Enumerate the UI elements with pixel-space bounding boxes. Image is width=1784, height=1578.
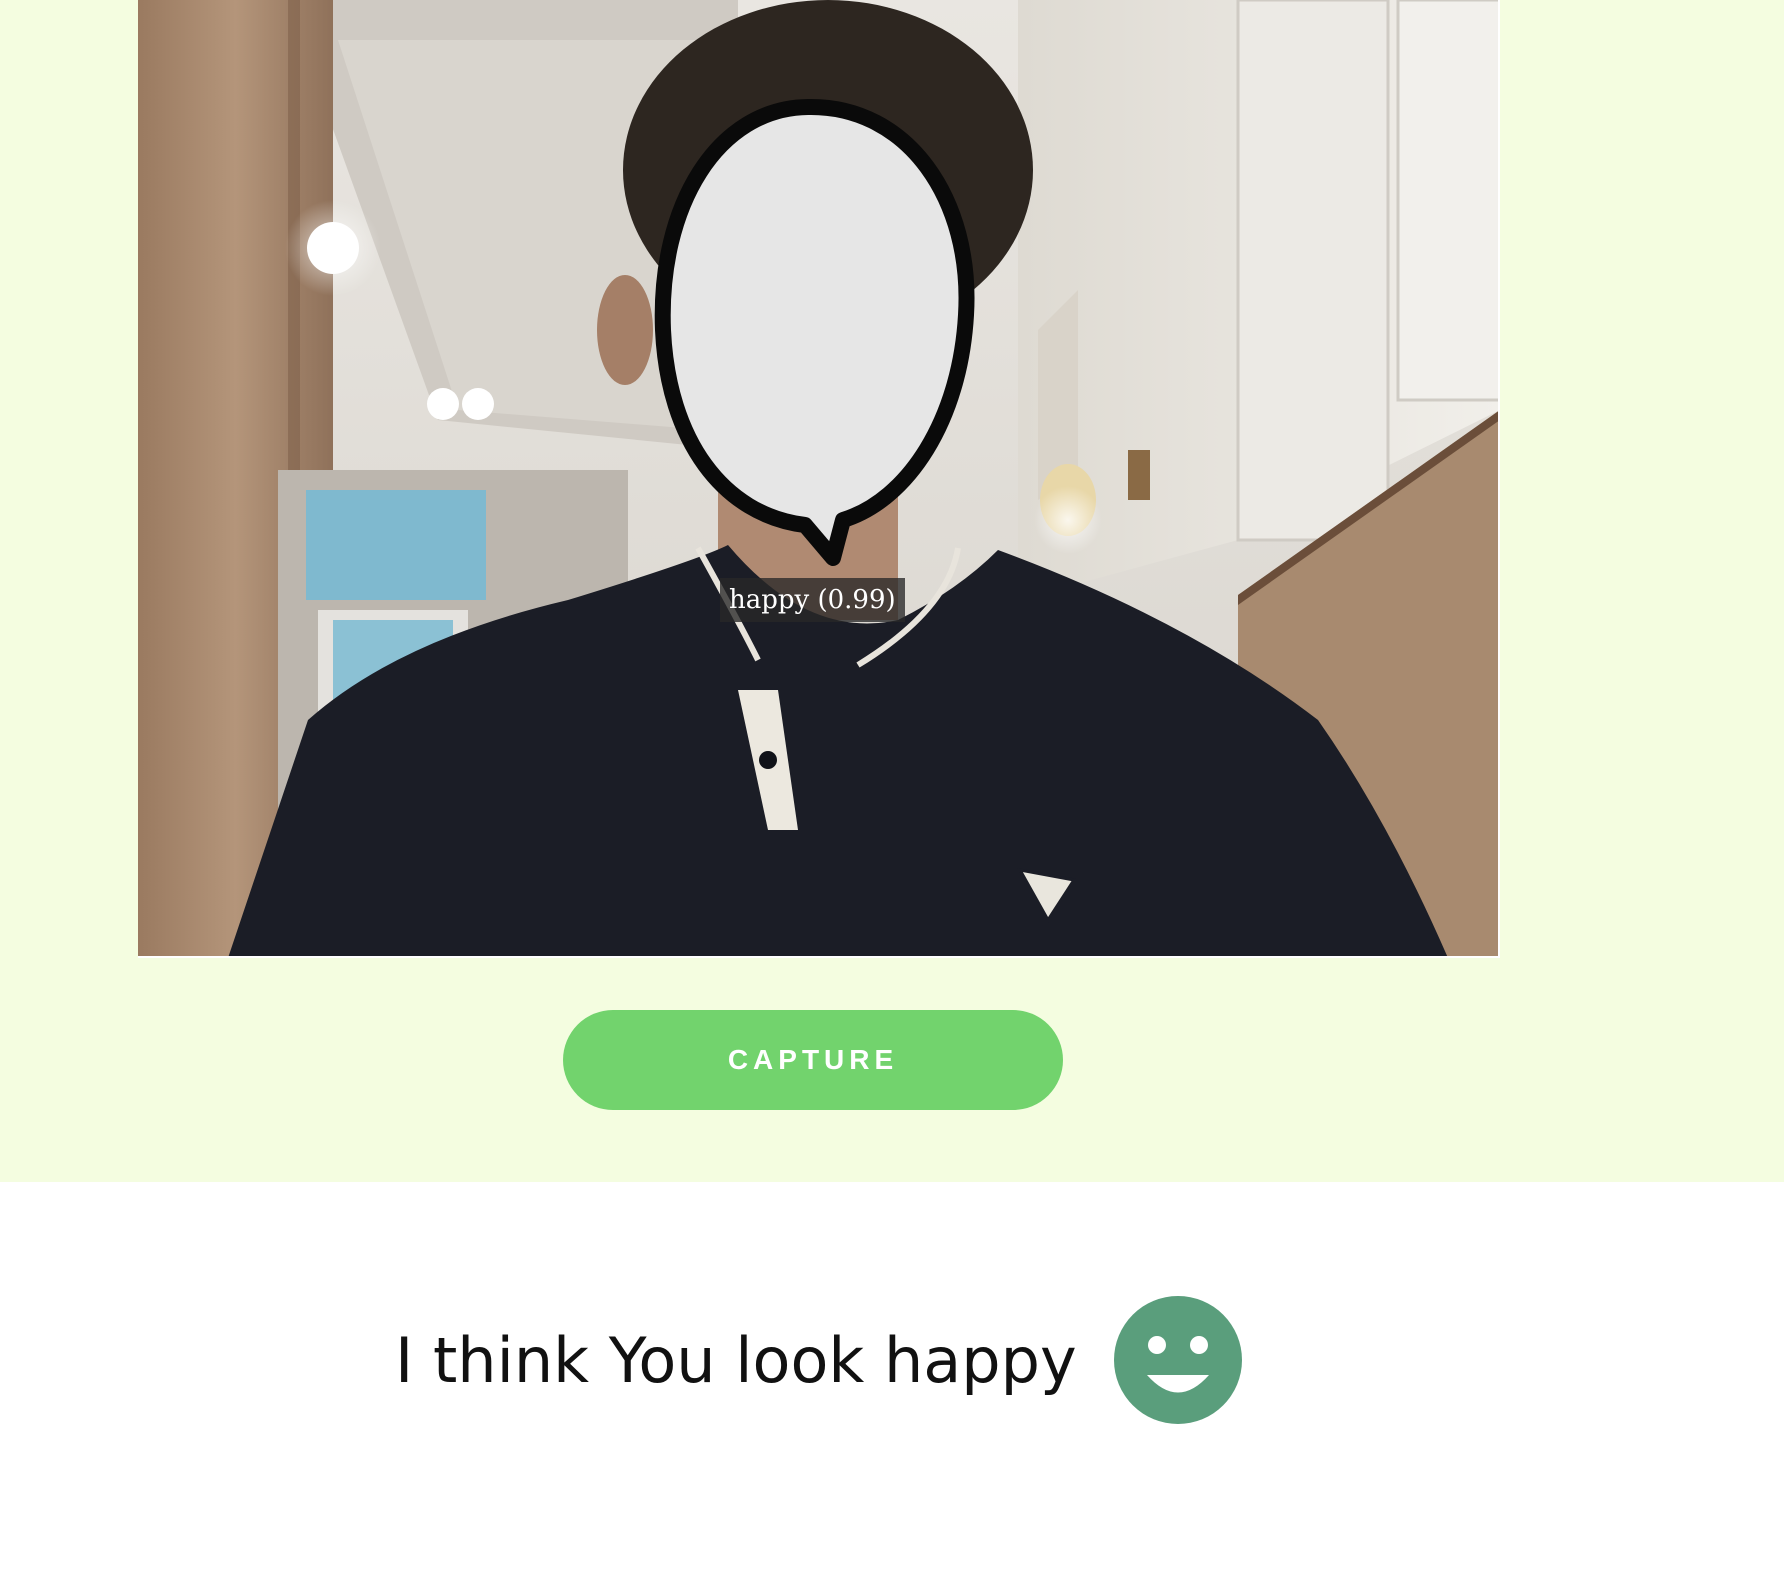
camera-section: happy (0.99) CAPTURE bbox=[0, 0, 1784, 1182]
smiley-face-icon bbox=[1113, 1296, 1242, 1424]
result-row: I think You look happy bbox=[395, 1295, 1243, 1425]
emotion-detection-label: happy (0.99) bbox=[720, 578, 905, 622]
capture-button[interactable]: CAPTURE bbox=[563, 1010, 1063, 1110]
result-text: I think You look happy bbox=[395, 1323, 1077, 1397]
webcam-feed: happy (0.99) bbox=[138, 0, 1500, 958]
webcam-image bbox=[138, 0, 1498, 956]
